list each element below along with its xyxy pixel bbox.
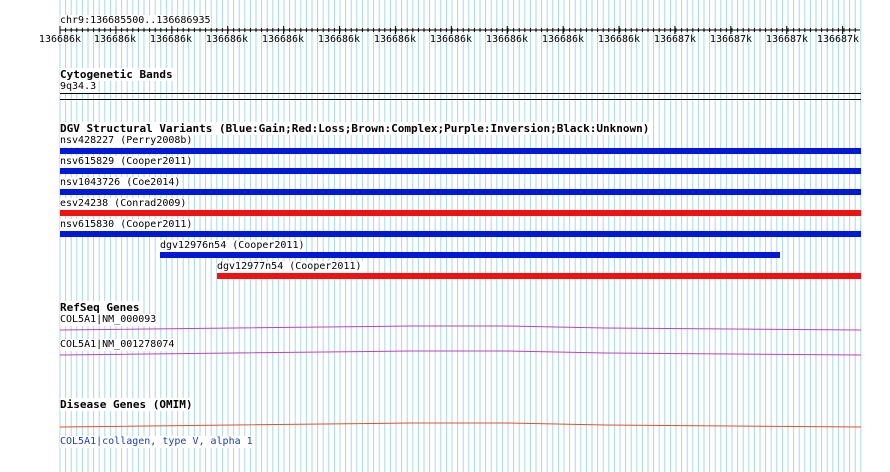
ruler-tick-label: 136686k	[205, 34, 249, 45]
ruler-tick-label: 136686k	[317, 34, 361, 45]
cytoband-line-top	[60, 93, 861, 94]
variant-bar-gain[interactable]	[160, 252, 780, 258]
ruler-tick-label: 136687k	[816, 34, 860, 45]
ruler-tick-label: 136686k	[597, 34, 641, 45]
cytoband-line-bottom	[60, 99, 861, 100]
ruler-tick-label: 136686k	[149, 34, 193, 45]
variant-bar-gain[interactable]	[60, 189, 861, 195]
refseq-gene-models[interactable]	[0, 320, 890, 360]
variant-label[interactable]: dgv12977n54 (Cooper2011)	[217, 261, 363, 273]
ruler-tick-label: 136686k	[38, 34, 82, 45]
variant-bar-gain[interactable]	[60, 168, 861, 174]
cytobands-track-title: Cytogenetic Bands	[60, 68, 173, 81]
omim-gene-line	[59, 422, 862, 428]
omim-gene-model[interactable]	[0, 420, 890, 432]
variant-bar-gain[interactable]	[60, 148, 861, 154]
ruler-tick-label: 136686k	[485, 34, 529, 45]
variant-label[interactable]: dgv12976n54 (Cooper2011)	[160, 240, 306, 252]
variant-label[interactable]: nsv615830 (Cooper2011)	[60, 219, 194, 231]
variant-bar-loss[interactable]	[60, 210, 861, 216]
ruler-tick-label: 136686k	[429, 34, 473, 45]
genome-browser-view: chr9:136685500..136686935 136686k 136686…	[0, 0, 890, 472]
refseq-track-title: RefSeq Genes	[60, 301, 140, 314]
ruler-tick-label: 136687k	[709, 34, 753, 45]
gene-model-nm-000093	[59, 325, 862, 331]
cytoband-label[interactable]: 9q34.3	[60, 81, 97, 93]
omim-track-title: Disease Genes (OMIM)	[60, 398, 193, 411]
omim-gene-link[interactable]: COL5A1|collagen, type V, alpha 1	[60, 436, 254, 448]
ruler-tick-label: 136686k	[93, 34, 137, 45]
dgv-track-title: DGV Structural Variants (Blue:Gain;Red:L…	[60, 122, 650, 135]
variant-label[interactable]: nsv428227 (Perry2008b)	[60, 135, 194, 147]
ruler-tick-label: 136686k	[373, 34, 417, 45]
gene-model-nm-001278074	[59, 350, 862, 356]
variant-bar-loss[interactable]	[217, 273, 861, 279]
ruler-tick-label: 136687k	[653, 34, 697, 45]
variant-label[interactable]: nsv1043726 (Coe2014)	[60, 177, 182, 189]
variant-label[interactable]: esv24238 (Conrad2009)	[60, 198, 188, 210]
ruler-tick-label: 136686k	[261, 34, 305, 45]
variant-bar-gain[interactable]	[60, 231, 861, 237]
ruler-tick-label: 136686k	[541, 34, 585, 45]
variant-label[interactable]: nsv615829 (Cooper2011)	[60, 156, 194, 168]
